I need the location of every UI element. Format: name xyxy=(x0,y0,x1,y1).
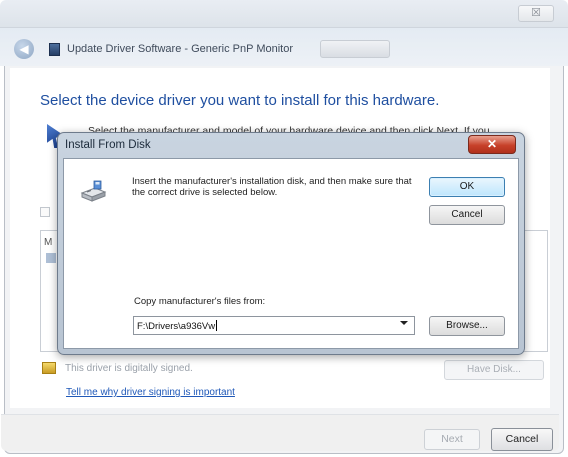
manufacturer-column-label: M xyxy=(44,237,53,248)
have-disk-button[interactable]: Have Disk... xyxy=(444,360,544,380)
dialog-cancel-button[interactable]: Cancel xyxy=(429,205,505,225)
show-compatible-checkbox[interactable] xyxy=(40,207,50,217)
wizard-title: Update Driver Software - Generic PnP Mon… xyxy=(67,43,293,55)
path-text: F:\Drivers\a936Vw xyxy=(137,321,216,332)
wizard-cancel-button[interactable]: Cancel xyxy=(491,428,553,451)
next-button[interactable]: Next xyxy=(424,429,480,450)
text-caret xyxy=(216,320,218,331)
list-item-icon xyxy=(46,253,56,263)
dialog-title: Install From Disk xyxy=(65,139,151,151)
files-path-input[interactable]: F:\Drivers\a936Vw xyxy=(137,320,218,332)
driver-signing-link[interactable]: Tell me why driver signing is important xyxy=(66,387,235,398)
insert-disk-message: Insert the manufacturer's installation d… xyxy=(132,176,412,198)
close-icon[interactable]: ✕ xyxy=(468,135,516,154)
window-close-button[interactable]: ☒ xyxy=(518,5,554,22)
back-arrow-icon[interactable]: ◀ xyxy=(14,39,34,59)
ok-button[interactable]: OK xyxy=(429,177,505,197)
monitor-icon xyxy=(49,43,60,56)
driver-signed-status: This driver is digitally signed. xyxy=(65,363,193,374)
copy-files-label: Copy manufacturer's files from: xyxy=(134,296,266,307)
page-heading: Select the device driver you want to ins… xyxy=(40,92,440,109)
dropdown-arrow-icon[interactable] xyxy=(400,321,408,325)
titlebar-tab xyxy=(320,40,390,58)
disk-drive-icon xyxy=(80,180,107,202)
window-titlebar xyxy=(0,0,568,28)
browse-button[interactable]: Browse... xyxy=(429,316,505,336)
warning-shield-icon xyxy=(42,362,56,374)
